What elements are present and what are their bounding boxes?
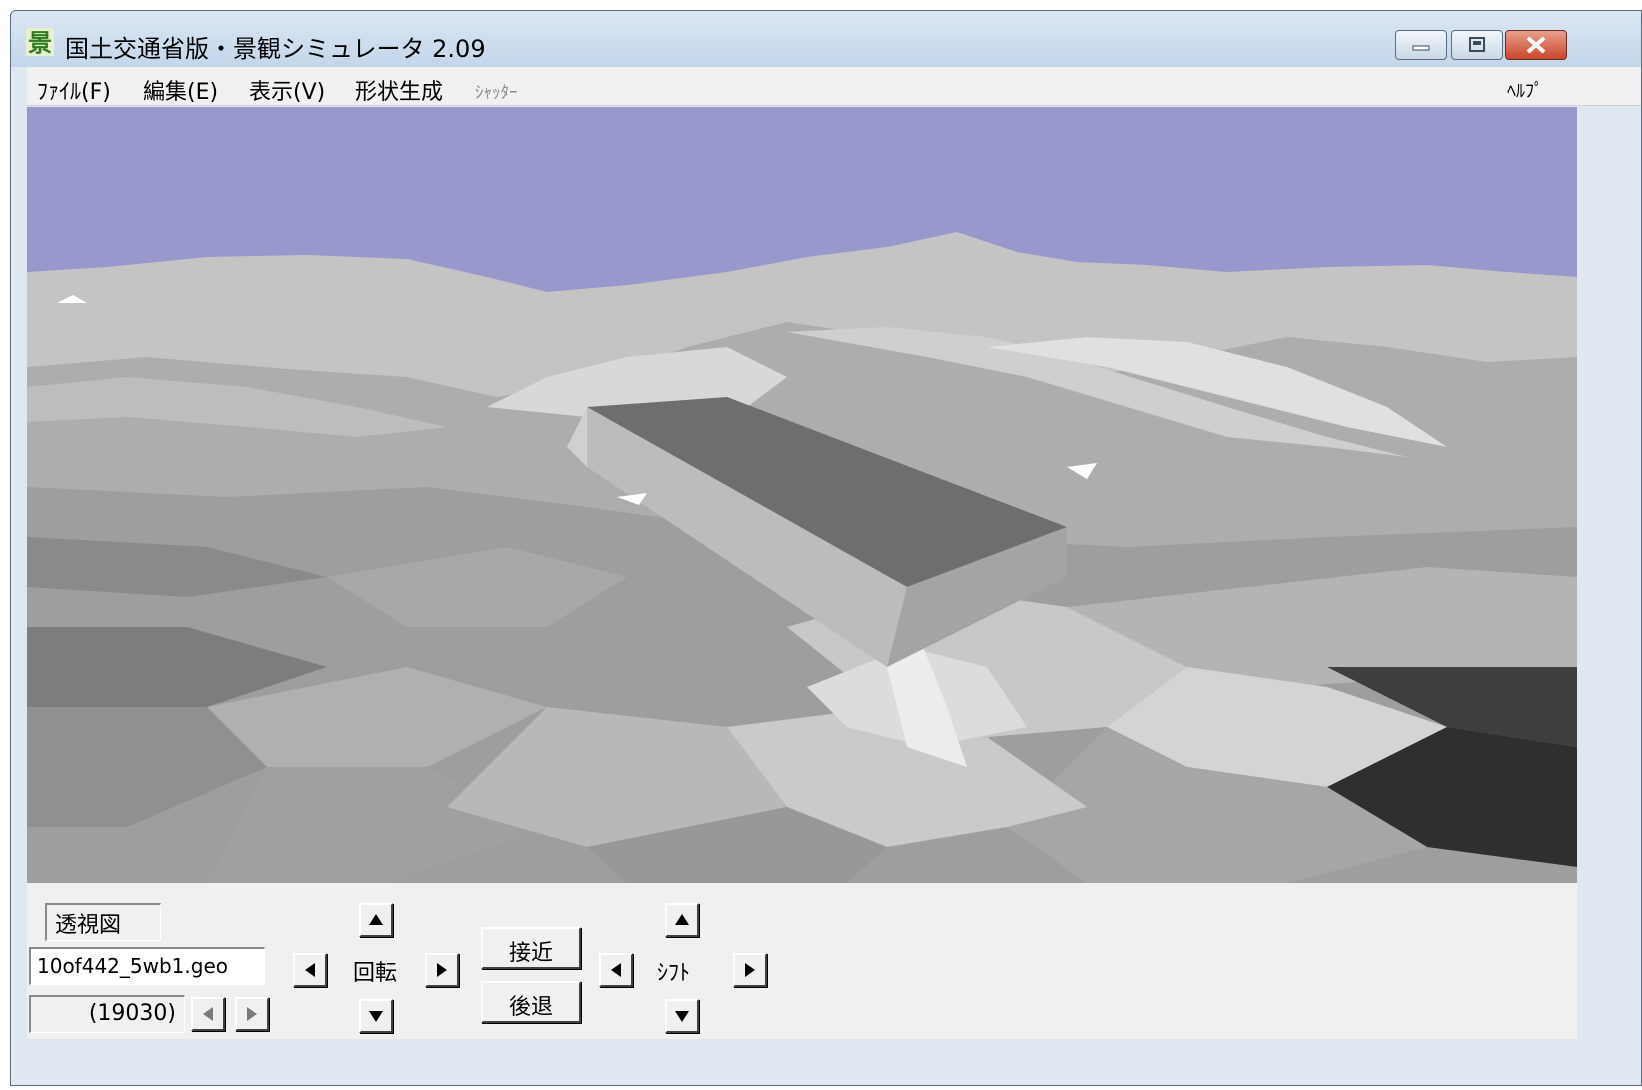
minimize-button[interactable] <box>1395 30 1447 60</box>
frame-next-button[interactable] <box>235 997 269 1031</box>
menu-file[interactable]: ﾌｧｲﾙ(F) <box>37 74 111 106</box>
shift-right-button[interactable] <box>733 953 767 987</box>
frame-prev-button[interactable] <box>191 997 225 1031</box>
app-window: 景 国土交通省版・景観シミュレータ 2.09 ﾌｧｲﾙ(F) 編集(E) 表示(… <box>10 10 1642 1086</box>
3d-viewport[interactable] <box>27 107 1577 883</box>
triangle-up-icon <box>369 914 383 925</box>
window-title: 国土交通省版・景観シミュレータ 2.09 <box>65 35 486 63</box>
svg-text:景: 景 <box>28 29 52 57</box>
maximize-icon <box>1469 37 1485 52</box>
close-icon <box>1526 36 1546 54</box>
shift-down-button[interactable] <box>665 999 699 1033</box>
rotate-down-button[interactable] <box>359 999 393 1033</box>
approach-button[interactable]: 接近 <box>481 927 581 969</box>
menu-shutter[interactable]: ｼｬｯﾀｰ <box>475 78 518 103</box>
triangle-right-icon <box>437 963 447 977</box>
terrain-rendering <box>27 107 1577 883</box>
retreat-button[interactable]: 後退 <box>481 981 581 1023</box>
menu-bar: ﾌｧｲﾙ(F) 編集(E) 表示(V) 形状生成 ｼｬｯﾀｰ ﾍﾙﾌﾟ <box>27 67 1641 106</box>
rotate-up-button[interactable] <box>359 903 393 937</box>
triangle-left-icon <box>611 963 621 977</box>
triangle-down-icon <box>675 1011 689 1022</box>
maximize-button[interactable] <box>1451 30 1503 60</box>
rotate-label: 回転 <box>353 961 398 986</box>
app-landscape-icon: 景 <box>26 28 54 57</box>
shift-label: ｼﾌﾄ <box>657 961 691 986</box>
rotate-right-button[interactable] <box>425 953 459 987</box>
triangle-right-icon <box>247 1007 257 1021</box>
close-button[interactable] <box>1505 30 1567 60</box>
menu-edit[interactable]: 編集(E) <box>143 74 218 106</box>
title-bar[interactable]: 景 国土交通省版・景観シミュレータ 2.09 <box>11 11 1641 67</box>
shift-left-button[interactable] <box>599 953 633 987</box>
menu-help[interactable]: ﾍﾙﾌﾟ <box>1507 77 1543 103</box>
triangle-up-icon <box>675 914 689 925</box>
rotate-left-button[interactable] <box>293 953 327 987</box>
control-panel: 透視図 10of442_5wb1.geo (19030) 回転 接近 後退 ｼﾌ… <box>27 883 1577 1039</box>
triangle-down-icon <box>369 1011 383 1022</box>
triangle-left-icon <box>203 1007 213 1021</box>
triangle-left-icon <box>305 963 315 977</box>
triangle-right-icon <box>745 963 755 977</box>
minimize-icon <box>1412 45 1430 51</box>
view-mode-display: 透視図 <box>45 903 161 941</box>
window-bottom-border <box>27 1039 1577 1085</box>
menu-shape-generation[interactable]: 形状生成 <box>355 74 443 106</box>
shift-up-button[interactable] <box>665 903 699 937</box>
frame-counter: (19030) <box>29 995 185 1033</box>
menu-view[interactable]: 表示(V) <box>249 74 325 106</box>
file-name-field[interactable]: 10of442_5wb1.geo <box>29 947 265 985</box>
